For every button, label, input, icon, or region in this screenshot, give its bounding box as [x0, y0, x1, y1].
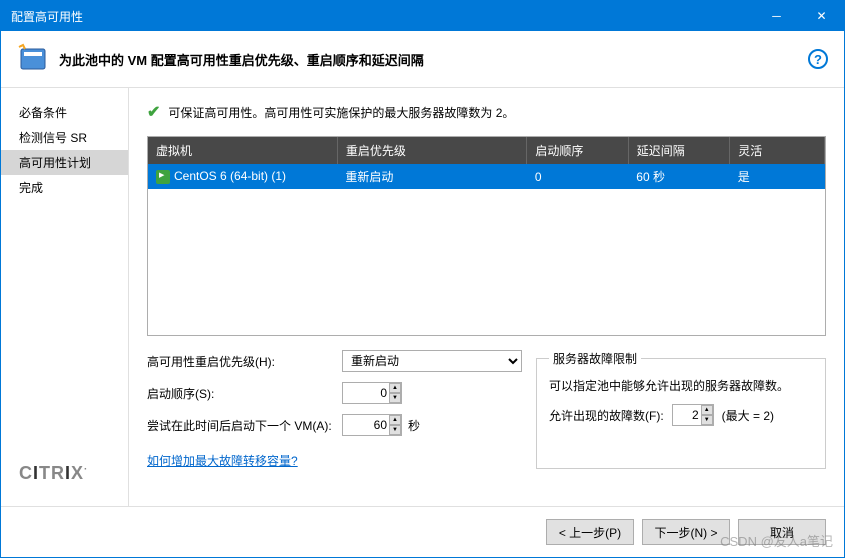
next-button[interactable]: 下一步(N) >: [642, 519, 730, 545]
vm-table: 虚拟机 重启优先级 启动顺序 延迟间隔 灵活 CentOS 6 (64-bit)…: [148, 137, 825, 189]
header: 为此池中的 VM 配置高可用性重启优先级、重启顺序和延迟间隔 ?: [1, 31, 844, 88]
vm-icon: [156, 170, 170, 184]
sidebar-item-prereq[interactable]: 必备条件: [1, 100, 128, 125]
form-area: 高可用性重启优先级(H): 重新启动 启动顺序(S): ▲▼ 尝试在此时间: [147, 350, 826, 469]
fail-label: 允许出现的故障数(F):: [549, 407, 664, 424]
close-button[interactable]: [799, 1, 844, 31]
prev-button[interactable]: < 上一步(P): [546, 519, 634, 545]
wizard-icon: [17, 43, 49, 75]
sidebar: 必备条件 检测信号 SR 高可用性计划 完成 CITRIX·: [1, 88, 129, 506]
fieldset-desc: 可以指定池中能够允许出现的服务器故障数。: [549, 377, 813, 394]
footer: < 上一步(P) 下一步(N) > 取消: [1, 506, 844, 557]
sidebar-item-ha-plan[interactable]: 高可用性计划: [1, 150, 128, 175]
sidebar-item-heartbeat[interactable]: 检测信号 SR: [1, 125, 128, 150]
priority-label: 高可用性重启优先级(H):: [147, 353, 342, 370]
col-delay[interactable]: 延迟间隔: [628, 137, 729, 164]
fail-max: (最大 = 2): [722, 407, 774, 424]
fail-up[interactable]: ▲: [701, 405, 713, 415]
order-up[interactable]: ▲: [389, 383, 401, 393]
status-row: ✔ 可保证高可用性。高可用性可实施保护的最大服务器故障数为 2。: [147, 102, 826, 122]
citrix-logo: CITRIX·: [1, 463, 128, 494]
delay-up[interactable]: ▲: [389, 415, 401, 425]
failure-limit-fieldset: 服务器故障限制 可以指定池中能够允许出现的服务器故障数。 允许出现的故障数(F)…: [536, 350, 826, 469]
status-text: 可保证高可用性。高可用性可实施保护的最大服务器故障数为 2。: [168, 104, 514, 121]
sidebar-item-finish[interactable]: 完成: [1, 175, 128, 200]
col-order[interactable]: 启动顺序: [527, 137, 628, 164]
delay-down[interactable]: ▼: [389, 425, 401, 435]
body: 必备条件 检测信号 SR 高可用性计划 完成 CITRIX· ✔ 可保证高可用性…: [1, 88, 844, 506]
titlebar-title: 配置高可用性: [11, 8, 754, 25]
order-label: 启动顺序(S):: [147, 385, 342, 402]
main-panel: ✔ 可保证高可用性。高可用性可实施保护的最大服务器故障数为 2。 虚拟机 重启优…: [129, 88, 844, 506]
cancel-button[interactable]: 取消: [738, 519, 826, 545]
titlebar: 配置高可用性: [1, 1, 844, 31]
col-agile[interactable]: 灵活: [730, 137, 825, 164]
help-icon[interactable]: ?: [808, 49, 828, 69]
minimize-button[interactable]: [754, 1, 799, 31]
order-down[interactable]: ▼: [389, 393, 401, 403]
vm-table-container: 虚拟机 重启优先级 启动顺序 延迟间隔 灵活 CentOS 6 (64-bit)…: [147, 136, 826, 336]
col-priority[interactable]: 重启优先级: [337, 137, 526, 164]
header-title: 为此池中的 VM 配置高可用性重启优先级、重启顺序和延迟间隔: [59, 50, 808, 69]
delay-label: 尝试在此时间后启动下一个 VM(A):: [147, 417, 342, 434]
priority-select[interactable]: 重新启动: [342, 350, 522, 372]
increase-capacity-link[interactable]: 如何增加最大故障转移容量?: [147, 454, 298, 468]
delay-unit: 秒: [408, 417, 420, 434]
table-row[interactable]: CentOS 6 (64-bit) (1) 重新启动 0 60 秒 是: [148, 164, 825, 189]
form-left: 高可用性重启优先级(H): 重新启动 启动顺序(S): ▲▼ 尝试在此时间: [147, 350, 522, 469]
check-icon: ✔: [147, 102, 160, 122]
fieldset-legend: 服务器故障限制: [549, 350, 641, 367]
dialog-window: 配置高可用性 为此池中的 VM 配置高可用性重启优先级、重启顺序和延迟间隔 ? …: [0, 0, 845, 558]
col-vm[interactable]: 虚拟机: [148, 137, 337, 164]
fail-down[interactable]: ▼: [701, 415, 713, 425]
